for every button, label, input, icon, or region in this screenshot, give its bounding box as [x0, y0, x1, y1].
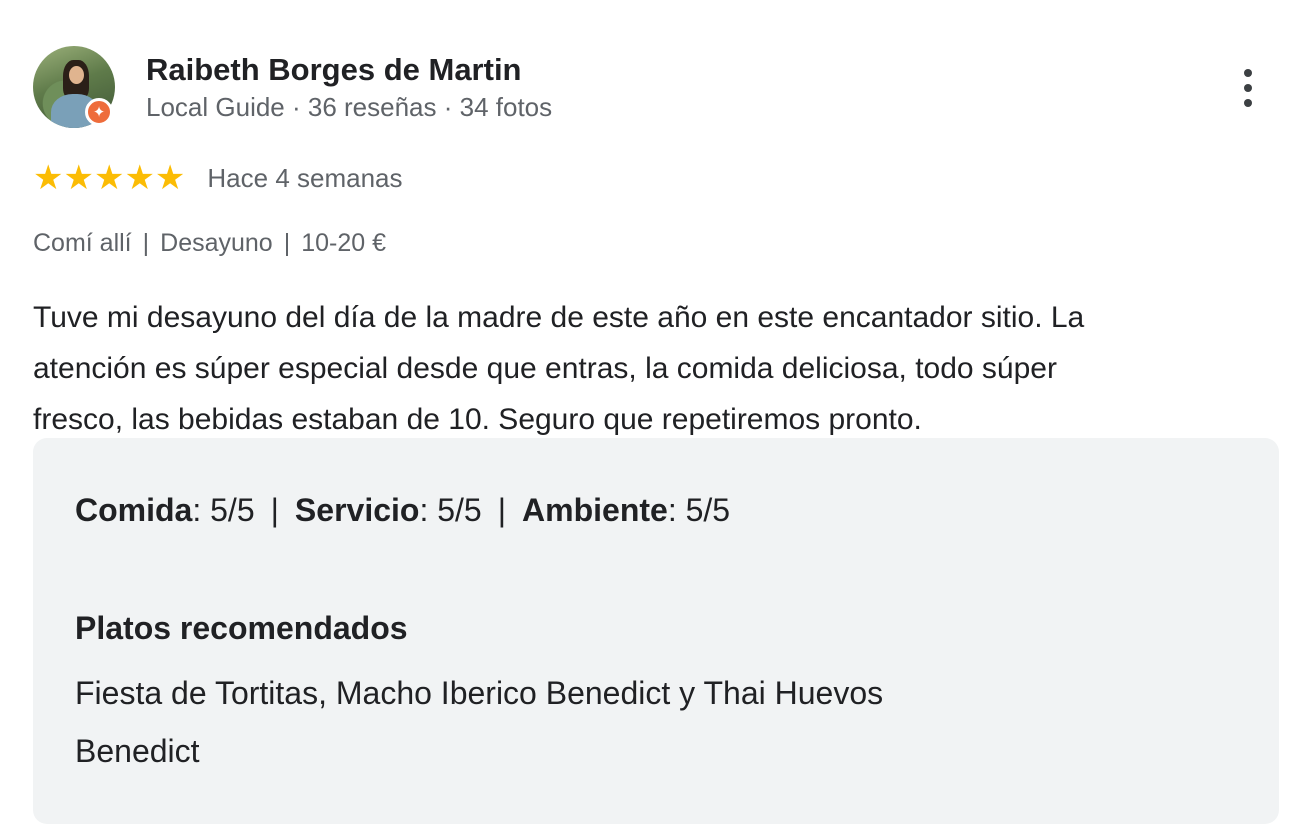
review-date: Hace 4 semanas [207, 162, 403, 193]
local-guide-star-icon: ✦ [85, 98, 113, 126]
recommended-dishes-title: Platos recomendados [75, 610, 408, 646]
review-text: Tuve mi desayuno del día de la madre de … [33, 292, 1278, 445]
review-attributes-panel: Comida: 5/5 | Servicio: 5/5 | Ambiente: 5/5 … [33, 438, 1279, 824]
more-vert-icon[interactable] [1228, 62, 1268, 114]
detail-separator: | [283, 229, 291, 257]
score-separator: | [270, 492, 279, 528]
score-value-ambience: 5/5 [685, 492, 731, 528]
reviewer-name[interactable]: Raibeth Borges de Martin [146, 52, 522, 88]
detail-separator: | [142, 229, 150, 257]
score-label-service: Servicio [294, 492, 420, 528]
score-label-food: Comida [75, 492, 193, 528]
recommended-dishes-line: Fiesta de Tortitas, Macho Iberico Benedi… [75, 675, 884, 711]
reviewer-meta[interactable]: Local Guide · 36 reseñas · 34 fotos [146, 92, 552, 123]
recommended-dishes-list: Fiesta de Tortitas, Macho Iberico Benedi… [75, 664, 1175, 780]
review-line: atención es súper especial desde que ent… [33, 352, 1057, 385]
review-line: Tuve mi desayuno del día de la madre de … [33, 301, 1085, 334]
category-scores: Comida: 5/5 | Servicio: 5/5 | Ambiente: 5/5 [75, 492, 731, 528]
star-rating-icon: ★★★★★ [33, 159, 186, 197]
detail-visit-type: Comí allí [33, 229, 132, 257]
recommended-dishes-line: Benedict [75, 733, 200, 769]
score-value-service: 5/5 [437, 492, 482, 528]
score-separator: | [497, 492, 507, 528]
detail-price: 10-20 € [301, 229, 387, 257]
score-label-ambience: Ambiente [522, 492, 668, 528]
visit-details: Comí allí | Desayuno | 10-20 € [33, 229, 386, 258]
rating-row: ★★★★★ Hace 4 semanas [33, 158, 403, 198]
avatar[interactable]: ✦ [33, 46, 115, 128]
detail-meal-type: Desayuno [160, 229, 273, 257]
score-value-food: 5/5 [210, 492, 255, 528]
